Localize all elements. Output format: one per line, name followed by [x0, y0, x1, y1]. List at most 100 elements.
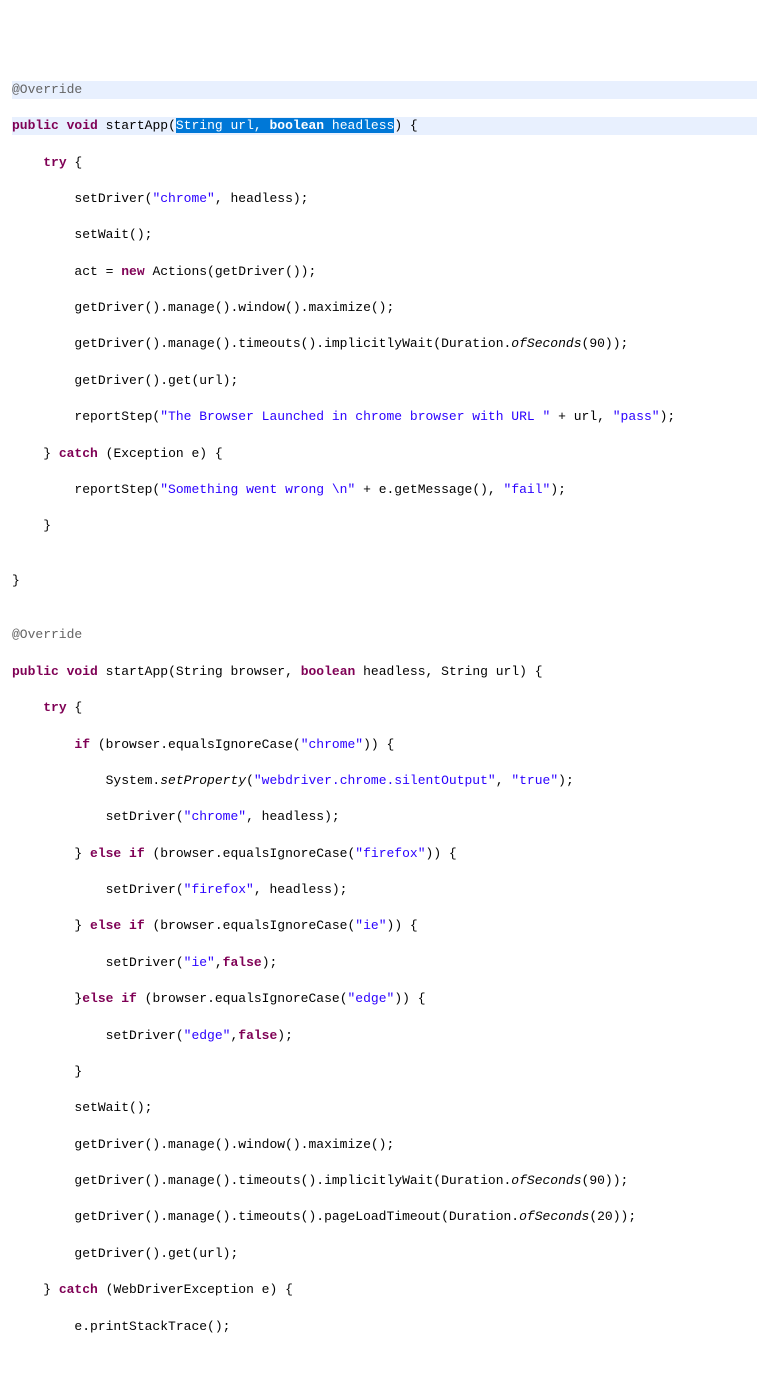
code-token: else if: [82, 991, 137, 1006]
code-editor[interactable]: @Override public void startApp(String ur…: [12, 81, 757, 1354]
code-token: try: [43, 700, 66, 715]
selected-text: boolean: [270, 118, 325, 133]
code-token: );: [558, 773, 574, 788]
code-token: @Override: [12, 627, 82, 642]
code-token: );: [262, 955, 278, 970]
selected-text: headless: [324, 118, 394, 133]
code-line[interactable]: if (browser.equalsIgnoreCase("chrome")) …: [12, 736, 757, 754]
code-line[interactable]: getDriver().manage().timeouts().pageLoad…: [12, 1208, 757, 1226]
code-token: void: [67, 118, 98, 133]
code-line[interactable]: getDriver().manage().timeouts().implicit…: [12, 1172, 757, 1190]
code-token: (browser.equalsIgnoreCase(: [152, 918, 355, 933]
code-token: "chrome": [301, 737, 363, 752]
code-token: getDriver().get(url);: [74, 1246, 238, 1261]
code-line[interactable]: setDriver("edge",false);: [12, 1027, 757, 1045]
code-line[interactable]: try {: [12, 699, 757, 717]
code-token: reportStep(: [74, 409, 160, 424]
code-token: ofSeconds: [519, 1209, 589, 1224]
code-line[interactable]: }: [12, 1063, 757, 1081]
code-token: new: [121, 264, 144, 279]
code-line[interactable]: System.setProperty("webdriver.chrome.sil…: [12, 772, 757, 790]
code-token: "The Browser Launched in chrome browser …: [160, 409, 550, 424]
code-token: setDriver(: [106, 955, 184, 970]
code-line[interactable]: getDriver().get(url);: [12, 372, 757, 390]
code-token: getDriver().manage().timeouts().implicit…: [74, 336, 511, 351]
code-token: )) {: [394, 991, 425, 1006]
code-token: else if: [90, 918, 145, 933]
code-token: }: [74, 918, 90, 933]
code-line[interactable]: setDriver("firefox", headless);: [12, 881, 757, 899]
code-line[interactable]: } catch (Exception e) {: [12, 445, 757, 463]
code-token: ,: [496, 773, 512, 788]
code-line[interactable]: getDriver().get(url);: [12, 1245, 757, 1263]
code-token: );: [660, 409, 676, 424]
code-token: , headless);: [246, 809, 340, 824]
code-token: setProperty: [160, 773, 246, 788]
code-token: "edge": [184, 1028, 231, 1043]
code-token: public: [12, 118, 59, 133]
code-token: (20));: [589, 1209, 636, 1224]
code-token: "chrome": [152, 191, 214, 206]
code-token: ,: [215, 955, 223, 970]
code-line[interactable]: setDriver("ie",false);: [12, 954, 757, 972]
code-line[interactable]: setWait();: [12, 1099, 757, 1117]
code-token: getDriver().manage().timeouts().pageLoad…: [74, 1209, 519, 1224]
code-line[interactable]: public void startApp(String browser, boo…: [12, 663, 757, 681]
code-token: setDriver(: [74, 191, 152, 206]
code-token: "ie": [184, 955, 215, 970]
code-token: startApp(String browser,: [106, 664, 301, 679]
code-line[interactable]: setDriver("chrome", headless);: [12, 808, 757, 826]
code-token: "chrome": [184, 809, 246, 824]
code-token: setDriver(: [106, 1028, 184, 1043]
code-token: ,: [230, 1028, 238, 1043]
code-line[interactable]: reportStep("The Browser Launched in chro…: [12, 408, 757, 426]
code-line[interactable]: }else if (browser.equalsIgnoreCase("edge…: [12, 990, 757, 1008]
code-line[interactable]: } else if (browser.equalsIgnoreCase("ie"…: [12, 917, 757, 935]
code-line[interactable]: getDriver().manage().timeouts().implicit…: [12, 335, 757, 353]
code-line[interactable]: act = new Actions(getDriver());: [12, 263, 757, 281]
code-token: "webdriver.chrome.silentOutput": [254, 773, 496, 788]
code-line[interactable]: reportStep("Something went wrong \n" + e…: [12, 481, 757, 499]
code-line[interactable]: e.printStackTrace();: [12, 1318, 757, 1336]
code-token: }: [74, 1064, 82, 1079]
code-line[interactable]: try {: [12, 154, 757, 172]
code-token: catch: [59, 1282, 98, 1297]
code-token: }: [74, 991, 82, 1006]
code-token: (browser.equalsIgnoreCase(: [152, 846, 355, 861]
code-line[interactable]: }: [12, 517, 757, 535]
code-token: setDriver(: [106, 809, 184, 824]
code-token: getDriver().manage().window().maximize()…: [74, 300, 394, 315]
code-line[interactable]: }: [12, 572, 757, 590]
code-line[interactable]: @Override: [12, 81, 757, 99]
code-token: false: [238, 1028, 277, 1043]
code-token: setDriver(: [106, 882, 184, 897]
code-token: }: [74, 846, 90, 861]
code-token: Actions(getDriver());: [152, 264, 316, 279]
code-token: "firefox": [355, 846, 425, 861]
code-token: e.printStackTrace();: [74, 1319, 230, 1334]
code-token: )) {: [363, 737, 394, 752]
code-token: }: [43, 1282, 59, 1297]
code-line[interactable]: } catch (WebDriverException e) {: [12, 1281, 757, 1299]
code-token: else if: [90, 846, 145, 861]
code-line[interactable]: public void startApp(String url, boolean…: [12, 117, 757, 135]
code-token: System.: [106, 773, 161, 788]
code-line[interactable]: @Override: [12, 626, 757, 644]
code-line[interactable]: } else if (browser.equalsIgnoreCase("fir…: [12, 845, 757, 863]
selected-text: String url,: [176, 118, 270, 133]
code-token: "true": [511, 773, 558, 788]
code-line[interactable]: setDriver("chrome", headless);: [12, 190, 757, 208]
code-token: false: [223, 955, 262, 970]
code-token: (WebDriverException e) {: [106, 1282, 293, 1297]
code-line[interactable]: getDriver().manage().window().maximize()…: [12, 1136, 757, 1154]
code-token: (browser.equalsIgnoreCase(: [145, 991, 348, 1006]
code-token: public: [12, 664, 59, 679]
code-token: );: [277, 1028, 293, 1043]
code-line[interactable]: setWait();: [12, 226, 757, 244]
code-token: )) {: [426, 846, 457, 861]
code-token: (: [246, 773, 254, 788]
code-token: getDriver().get(url);: [74, 373, 238, 388]
code-line[interactable]: getDriver().manage().window().maximize()…: [12, 299, 757, 317]
code-token: startApp(: [106, 118, 176, 133]
code-token: void: [67, 664, 98, 679]
